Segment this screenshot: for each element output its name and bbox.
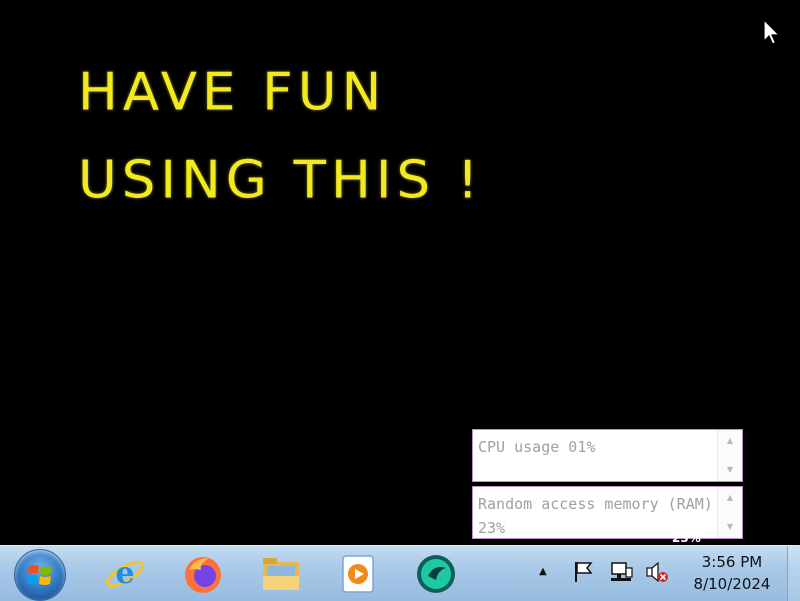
internet-explorer-icon[interactable]: e bbox=[100, 549, 150, 599]
clock-date: 8/10/2024 bbox=[693, 575, 771, 593]
banner-line-2: USING THIS ! bbox=[78, 150, 484, 211]
show-hidden-icons[interactable]: ▲ bbox=[536, 565, 550, 579]
scroll-up-arrow-icon[interactable]: ▲ bbox=[718, 434, 742, 448]
ram-percent-overlay: 23% bbox=[672, 531, 701, 544]
cpu-usage-text: CPU usage 01% bbox=[478, 438, 596, 456]
desktop: HAVE FUN USING THIS ! CPU usage 01% ▲ ▼ … bbox=[0, 0, 800, 545]
cpu-usage-widget[interactable]: CPU usage 01% ▲ ▼ bbox=[472, 429, 743, 482]
network-icon[interactable] bbox=[608, 559, 634, 585]
banner-line-1: HAVE FUN bbox=[78, 62, 387, 123]
clock-time: 3:56 PM bbox=[701, 553, 763, 571]
media-player-icon[interactable] bbox=[334, 549, 384, 599]
scroll-up-arrow-icon[interactable]: ▲ bbox=[718, 491, 742, 505]
firefox-icon[interactable] bbox=[178, 549, 228, 599]
system-clock[interactable]: 3:56 PM 8/10/2024 bbox=[680, 551, 784, 595]
windows-logo-icon bbox=[27, 565, 52, 585]
mouse-cursor-icon bbox=[763, 19, 781, 45]
volume-muted-icon[interactable] bbox=[644, 559, 670, 585]
svg-text:e: e bbox=[115, 556, 134, 591]
action-center-flag-icon[interactable] bbox=[571, 559, 597, 585]
ram-usage-widget[interactable]: Random access memory (RAM) 23% ▲ ▼ bbox=[472, 486, 743, 539]
cpu-widget-scrollbar[interactable]: ▲ ▼ bbox=[717, 430, 742, 481]
green-app-icon[interactable] bbox=[411, 549, 461, 599]
show-desktop-button[interactable] bbox=[787, 546, 800, 601]
ram-widget-scrollbar[interactable]: ▲ ▼ bbox=[717, 487, 742, 538]
scroll-down-arrow-icon[interactable]: ▼ bbox=[718, 520, 742, 534]
scroll-down-arrow-icon[interactable]: ▼ bbox=[718, 463, 742, 477]
file-explorer-icon[interactable] bbox=[256, 549, 306, 599]
taskbar: e ▲ 3:56 PM 8/10/2024 bbox=[0, 545, 800, 601]
start-button[interactable] bbox=[14, 549, 66, 601]
